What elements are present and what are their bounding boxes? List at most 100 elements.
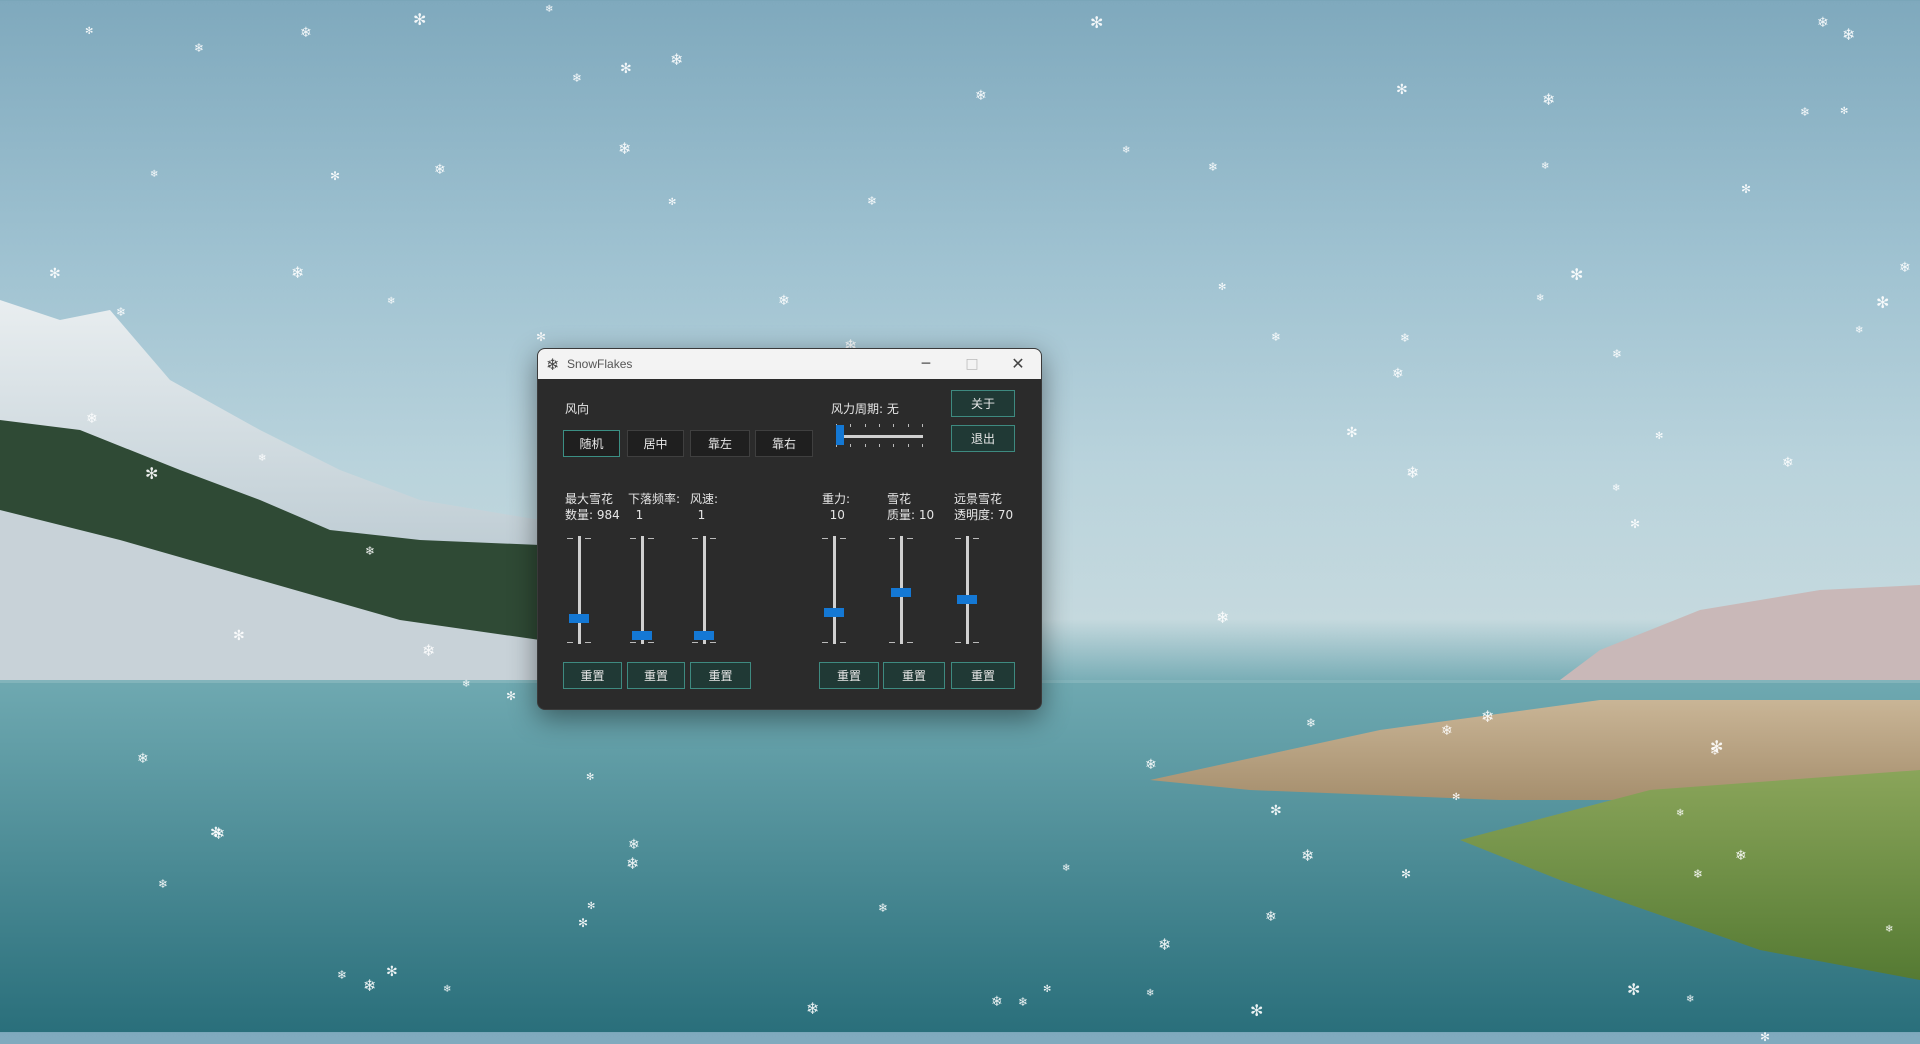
slider-thumb[interactable] — [824, 608, 844, 617]
slider-thumb[interactable] — [957, 595, 977, 604]
slider-label-line2: 1 — [628, 508, 644, 522]
reset-button[interactable]: 重置 — [563, 662, 622, 689]
wind-period-slider[interactable] — [836, 419, 923, 449]
reset-button[interactable]: 重置 — [690, 662, 751, 689]
snowflake-icon: ❄ — [194, 41, 205, 55]
wind-direction-label: 风向 — [565, 402, 590, 416]
slider-track — [966, 536, 969, 644]
slider-label-line1: 下落频率: — [628, 492, 681, 506]
slider-label-line1: 风速: — [690, 492, 719, 506]
snowflake-icon: ❄ — [1817, 15, 1829, 31]
slider-thumb[interactable] — [569, 614, 589, 623]
snowflake-icon: ✻ — [85, 26, 94, 37]
window-title: SnowFlakes — [567, 357, 633, 371]
slider-tick — [692, 642, 698, 643]
snowflake-icon: ❄ — [1271, 330, 1282, 344]
slider-tick — [710, 538, 716, 539]
snowflake-icon: ✻ — [1452, 792, 1461, 803]
snowflake-icon: ❄ — [137, 751, 149, 767]
snowflake-icon: ❄ — [1782, 455, 1794, 471]
slider-tick — [648, 642, 654, 643]
slider-tick — [955, 538, 961, 539]
vertical-slider[interactable] — [626, 534, 658, 646]
snowflake-icon: ✻ — [586, 772, 595, 783]
snowflake-icon: ❄ — [434, 162, 446, 178]
snowflake-icon: ❄ — [1306, 716, 1317, 730]
snowflake-icon: ✻ — [49, 266, 61, 282]
slider-label-line1: 雪花 — [887, 492, 912, 506]
snowflake-icon: ✻ — [1250, 1001, 1264, 1020]
reset-button[interactable]: 重置 — [883, 662, 945, 689]
snowflake-icon: ❄ — [1710, 744, 1721, 758]
wind-right-button[interactable]: 靠右 — [755, 430, 813, 457]
vertical-slider[interactable] — [885, 534, 917, 646]
exit-button[interactable]: 退出 — [951, 425, 1015, 452]
snowflake-icon: ❄ — [778, 293, 790, 309]
slider-tick — [692, 538, 698, 539]
reset-button[interactable]: 重置 — [951, 662, 1015, 689]
snowflakes-window: ❄ SnowFlakes ─ □ ✕ 风向 随机 居中 靠左 靠右 风力周期: … — [537, 348, 1042, 710]
snowflake-icon: ✻ — [587, 901, 596, 912]
snowflake-icon: ❄ — [258, 453, 267, 464]
snowflake-icon: ❄ — [867, 194, 878, 208]
slider-thumb[interactable] — [836, 425, 844, 445]
slider-tick — [822, 538, 828, 539]
snowflake-icon: ✻ — [386, 964, 398, 980]
snowflake-icon: ❄ — [1899, 260, 1911, 276]
slider-thumb[interactable] — [694, 631, 714, 640]
vertical-slider[interactable] — [688, 534, 720, 646]
snowflake-icon: ❄ — [1208, 160, 1219, 174]
vertical-slider[interactable] — [818, 534, 850, 646]
vertical-slider[interactable] — [563, 534, 595, 646]
wind-left-button[interactable]: 靠左 — [690, 430, 750, 457]
wind-period-label: 风力周期: 无 — [831, 402, 899, 416]
slider-tick — [889, 642, 895, 643]
wind-center-button[interactable]: 居中 — [627, 430, 684, 457]
snowflake-icon: ❄ — [1158, 935, 1172, 954]
snowflake-icon: ✻ — [210, 825, 222, 841]
slider-tick — [648, 538, 654, 539]
slider-label-line1: 远景雪花 — [954, 492, 1003, 506]
slider-ticks-bottom — [836, 444, 923, 447]
slider-track — [578, 536, 581, 644]
snowflake-icon: ✻ — [145, 464, 159, 483]
reset-button[interactable]: 重置 — [819, 662, 879, 689]
snowflake-icon: ❄ — [1735, 848, 1747, 864]
slider-thumb[interactable] — [632, 631, 652, 640]
snowflake-icon: ❄ — [546, 355, 560, 374]
close-button[interactable]: ✕ — [995, 349, 1041, 379]
slider-tick — [973, 538, 979, 539]
slider-tick — [630, 538, 636, 539]
slider-thumb[interactable] — [891, 588, 911, 597]
minimize-button[interactable]: ─ — [903, 349, 949, 379]
maximize-button[interactable]: □ — [949, 349, 995, 379]
reset-button[interactable]: 重置 — [627, 662, 685, 689]
snowflake-icon: ✻ — [506, 689, 517, 703]
about-button[interactable]: 关于 — [951, 390, 1015, 417]
snowflake-icon: ❄ — [626, 854, 640, 873]
snowflake-icon: ❄ — [1693, 867, 1704, 881]
slider-tick — [567, 642, 573, 643]
snowflake-icon: ❄ — [878, 901, 889, 915]
slider-tick — [710, 642, 716, 643]
vertical-slider[interactable] — [951, 534, 983, 646]
snowflake-icon: ❄ — [1612, 483, 1621, 494]
snowflake-icon: ✻ — [1876, 293, 1890, 312]
snowflake-icon: ✻ — [330, 169, 341, 183]
snowflake-icon: ❄ — [628, 837, 640, 853]
title-bar[interactable]: ❄ SnowFlakes ─ □ ✕ — [538, 349, 1041, 379]
snowflake-icon: ❄ — [387, 296, 396, 307]
slider-label-line2: 数量: 984 — [565, 508, 620, 522]
snowflake-icon: ✻ — [536, 330, 547, 344]
snowflake-icon: ✻ — [1570, 265, 1584, 284]
slider-track — [641, 536, 644, 644]
snowflake-icon: ❄ — [1400, 331, 1411, 345]
wind-random-button[interactable]: 随机 — [563, 430, 620, 457]
snowflake-icon: ✻ — [1627, 980, 1641, 999]
snowflake-icon: ✻ — [1043, 984, 1052, 995]
snowflake-icon: ❄ — [1392, 366, 1404, 382]
snowflake-icon: ✻ — [1270, 803, 1282, 819]
slider-tick — [822, 642, 828, 643]
slider-tick — [585, 538, 591, 539]
snowflake-icon: ❄ — [337, 968, 348, 982]
